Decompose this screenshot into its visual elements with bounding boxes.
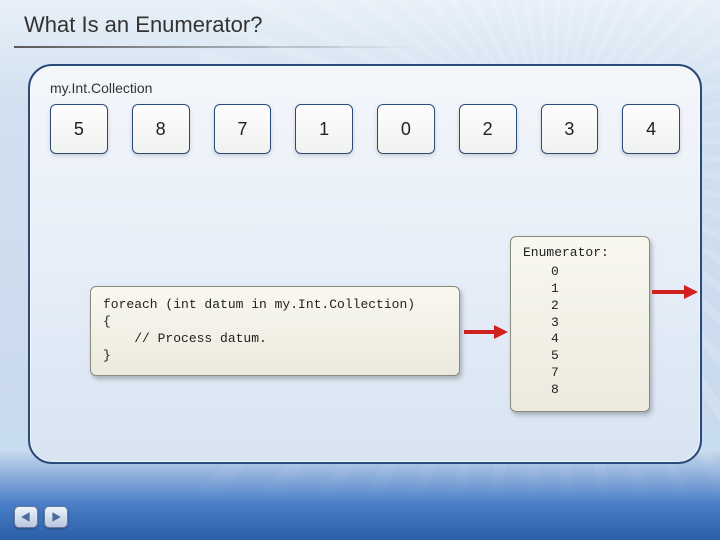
cell-1: 8 (132, 104, 190, 154)
cell-6: 3 (541, 104, 599, 154)
triangle-right-icon (50, 511, 62, 523)
enum-val-5: 5 (523, 348, 637, 365)
cell-5: 2 (459, 104, 517, 154)
next-button[interactable] (44, 506, 68, 528)
cell-2: 7 (214, 104, 272, 154)
enum-val-1: 1 (523, 281, 637, 298)
enum-val-6: 7 (523, 365, 637, 382)
enum-val-2: 2 (523, 298, 637, 315)
code-snippet: foreach (int datum in my.Int.Collection)… (90, 286, 460, 376)
prev-button[interactable] (14, 506, 38, 528)
nav-controls (14, 506, 68, 528)
enum-val-7: 8 (523, 382, 637, 399)
main-panel: my.Int.Collection 5 8 7 1 0 2 3 4 foreac… (28, 64, 702, 464)
enumerator-header: Enumerator: (523, 245, 637, 262)
cell-7: 4 (622, 104, 680, 154)
cell-0: 5 (50, 104, 108, 154)
collection-label: my.Int.Collection (50, 80, 684, 96)
cell-4: 0 (377, 104, 435, 154)
cell-3: 1 (295, 104, 353, 154)
enumerator-box: Enumerator: 0 1 2 3 4 5 7 8 (510, 236, 650, 412)
enum-val-3: 3 (523, 315, 637, 332)
enum-val-4: 4 (523, 331, 637, 348)
triangle-left-icon (20, 511, 32, 523)
collection-cells: 5 8 7 1 0 2 3 4 (46, 104, 684, 154)
enum-val-0: 0 (523, 264, 637, 281)
page-title: What Is an Enumerator? (0, 0, 720, 46)
